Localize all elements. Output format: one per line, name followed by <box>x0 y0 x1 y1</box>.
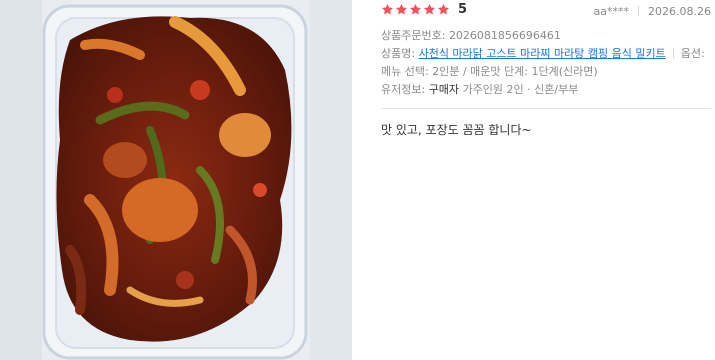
star-rating <box>381 3 450 16</box>
product-divider <box>672 48 674 58</box>
review-photo[interactable] <box>0 0 352 360</box>
spice-value: 1단계(신라면) <box>531 65 598 78</box>
meta-divider <box>638 6 640 16</box>
menu-label: 메뉴 선택: <box>381 65 429 78</box>
product-line: 상품명: 사천식 마라닭 고스트 마라찌 마라탕 캠핑 음식 밀키트 옵션: <box>381 45 715 63</box>
buyer-tag: 구매자 <box>428 83 460 96</box>
menu-value: 2인분 <box>432 65 460 78</box>
rating-score: 5 <box>458 2 468 17</box>
food-container-image <box>0 0 352 360</box>
star-icon <box>395 3 408 16</box>
review-panel: 5 aa**** 2026.08.26 상품주문번호: 2026081856696… <box>381 0 715 360</box>
star-icon <box>437 3 450 16</box>
review-content: 맛 있고, 포장도 꼼꼼 합니다~ <box>381 123 532 137</box>
rating-row: 5 aa**** 2026.08.26 <box>381 3 715 21</box>
user-info-label: 유저정보: <box>381 83 426 96</box>
household-info: 가주인원 2인 · 신혼/부부 <box>462 83 579 96</box>
star-icon <box>423 3 436 16</box>
order-number-line: 상품주문번호: 2026081856696461 <box>381 27 715 45</box>
user-info-line: 유저정보: 구매자 가주인원 2인 · 신혼/부부 <box>381 81 715 99</box>
section-divider <box>381 108 711 109</box>
order-info: 상품주문번호: 2026081856696461 상품명: 사천식 마라닭 고스… <box>381 27 715 99</box>
option-label: 옵션: <box>680 47 705 60</box>
reviewer-id: aa**** <box>593 5 630 18</box>
product-label: 상품명: <box>381 47 416 60</box>
review-meta: aa**** 2026.08.26 <box>594 5 711 19</box>
order-number: 2026081856696461 <box>448 29 561 42</box>
review-date: 2026.08.26 <box>648 5 711 18</box>
star-icon <box>381 3 394 16</box>
menu-line: 메뉴 선택: 2인분 / 매운맛 단계: 1단계(신라면) <box>381 65 598 78</box>
order-number-label: 상품주문번호: <box>381 29 446 42</box>
star-icon <box>409 3 422 16</box>
spice-label: 매운맛 단계: <box>470 65 528 78</box>
product-name-link[interactable]: 사천식 마라닭 고스트 마라찌 마라탕 캠핑 음식 밀키트 <box>419 47 666 60</box>
